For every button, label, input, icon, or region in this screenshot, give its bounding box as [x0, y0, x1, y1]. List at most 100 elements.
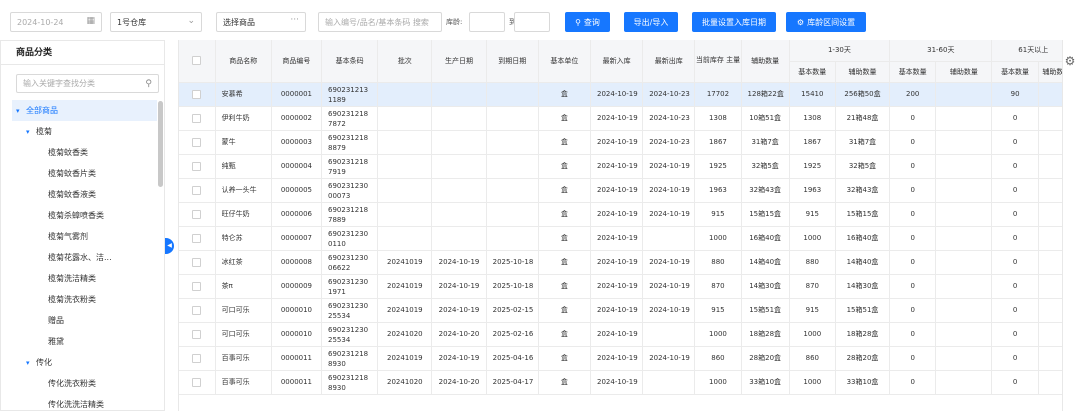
export-import-button[interactable]: 导出/导入 — [624, 12, 678, 32]
category-item[interactable]: ▾ 榄菊 — [12, 121, 157, 142]
cell-exp-date: 2025-04-16 — [486, 346, 539, 371]
category-item[interactable]: 传化洗衣粉类 — [12, 373, 157, 394]
row-checkbox[interactable] — [192, 161, 202, 171]
row-checkbox-cell[interactable] — [179, 154, 216, 179]
row-checkbox[interactable] — [192, 281, 202, 291]
expand-arrow-icon[interactable]: ▾ — [26, 353, 36, 373]
cell-g2-base-qty: 0 — [889, 370, 937, 395]
cell-out-date: 2024-10-19 — [642, 250, 696, 275]
row-checkbox-cell[interactable] — [179, 250, 216, 275]
row-checkbox-cell[interactable] — [179, 298, 216, 323]
row-checkbox[interactable] — [192, 329, 202, 339]
table-row[interactable]: 可口可乐 0000010 69023123025534 20241020 2024-10… — [179, 322, 1062, 347]
cell-prod-date: 2024-10-19 — [431, 346, 487, 371]
cell-product-name: 茶π — [215, 274, 272, 299]
table-row[interactable]: 伊利牛奶 0000002 6902312187872 盒 2024-10-19 2024-… — [179, 106, 1062, 131]
search-placeholder: 输入编号/品名/基本条码 搜索 — [325, 17, 429, 27]
table-row[interactable]: 认养一头牛 0000005 69023123000073 盒 2024-10-19 202… — [179, 178, 1062, 203]
row-checkbox[interactable] — [192, 185, 202, 195]
cell-prod-date — [431, 106, 487, 131]
expand-arrow-icon[interactable]: ▾ — [26, 122, 36, 142]
sidebar-scrollbar[interactable] — [158, 101, 163, 187]
search-icon[interactable]: ⚲ — [145, 76, 152, 93]
expand-arrow-icon[interactable]: ▾ — [16, 101, 26, 121]
row-checkbox[interactable] — [192, 377, 202, 387]
row-checkbox-cell[interactable] — [179, 346, 216, 371]
table-row[interactable]: 旺仔牛奶 0000006 6902312187889 盒 2024-10-19 2024-… — [179, 202, 1062, 227]
category-item[interactable]: ▾ 传化 — [12, 352, 157, 373]
row-checkbox-cell[interactable] — [179, 178, 216, 203]
cell-g2-base-qty: 0 — [889, 346, 937, 371]
cell-g1-aux-qty: 14箱30盒 — [835, 274, 891, 299]
row-checkbox-cell[interactable] — [179, 274, 216, 299]
row-checkbox[interactable] — [192, 209, 202, 219]
warehouse-select[interactable]: 1号仓库 ⌄ — [110, 12, 202, 32]
row-checkbox-cell[interactable] — [179, 322, 216, 347]
gear-icon[interactable]: ⚙ — [1063, 54, 1077, 68]
row-checkbox-cell[interactable] — [179, 130, 216, 155]
row-checkbox-cell[interactable] — [179, 106, 216, 131]
query-button[interactable]: ⚲ 查询 — [565, 12, 610, 32]
cell-exp-date: 2025-04-17 — [486, 370, 539, 395]
row-checkbox-cell[interactable] — [179, 226, 216, 251]
cell-batch: 20241019 — [377, 274, 433, 299]
search-input[interactable]: 输入编号/品名/基本条码 搜索 — [318, 12, 442, 32]
row-checkbox-cell[interactable] — [179, 82, 216, 107]
stock-age-range-button[interactable]: ⚙ 库龄区间设置 — [786, 12, 866, 32]
stock-age-from-input[interactable] — [469, 12, 505, 32]
batch-label: 批量设置入库日期 — [702, 17, 766, 27]
table-row[interactable]: 安慕希 0000001 6902312131189 盒 2024-10-19 2024-1… — [179, 82, 1062, 107]
cell-aux-qty: 15箱15盒 — [741, 202, 790, 227]
table-row[interactable]: 特仑苏 0000007 6902312300110 盒 2024-10-19 1000 16… — [179, 226, 1062, 251]
cell-out-date: 2024-10-19 — [642, 274, 696, 299]
table-row[interactable]: 可口可乐 0000010 69023123025534 20241019 2024-10… — [179, 298, 1062, 323]
table-row[interactable]: 百事可乐 0000011 6902312188930 20241019 2024-10-… — [179, 346, 1062, 371]
table-row[interactable]: 蒙牛 0000003 6902312188879 盒 2024-10-19 2024-10… — [179, 130, 1062, 155]
category-item[interactable]: 榄菊蚊香片类 — [12, 163, 157, 184]
cell-out-date: 2024-10-23 — [642, 106, 696, 131]
date-picker[interactable]: 2024-10-24 ▦ — [10, 12, 102, 32]
product-select[interactable]: 选择商品 ··· — [216, 12, 306, 32]
category-item[interactable]: 雅黛 — [12, 331, 157, 352]
table-row[interactable]: 冰红茶 0000008 69023123006622 20241019 2024-10-… — [179, 250, 1062, 275]
row-checkbox[interactable] — [192, 305, 202, 315]
table-row[interactable]: 茶π 0000009 6902312301971 20241019 2024-10-19… — [179, 274, 1062, 299]
cell-unit: 盒 — [538, 298, 592, 323]
category-search-input[interactable]: 输入关键字查找分类 ⚲ — [16, 74, 159, 93]
cell-product-name: 安慕希 — [215, 82, 272, 107]
cell-g3-base-qty: 0 — [991, 202, 1039, 227]
cell-out-date — [642, 370, 696, 395]
cell-stock: 1000 — [694, 226, 742, 251]
category-item[interactable]: ▾ 全部商品 — [12, 100, 157, 121]
stock-age-to-input[interactable] — [514, 12, 550, 32]
row-checkbox[interactable] — [192, 233, 202, 243]
cell-prod-date: 2024-10-19 — [431, 298, 487, 323]
category-item[interactable]: 榄菊气雾剂 — [12, 226, 157, 247]
category-item[interactable]: 榄菊洗衣粉类 — [12, 289, 157, 310]
row-checkbox-cell[interactable] — [179, 370, 216, 395]
more-icon[interactable]: ··· — [290, 15, 299, 25]
row-checkbox-cell[interactable] — [179, 202, 216, 227]
table-row[interactable]: 纯甄 0000004 6902312187919 盒 2024-10-19 2024-10… — [179, 154, 1062, 179]
sidebar-title: 商品分类 — [1, 41, 164, 65]
collapse-sidebar-icon[interactable]: ◀ — [165, 238, 174, 254]
category-item[interactable]: 榄菊洗洁精类 — [12, 268, 157, 289]
select-all-checkbox-cell[interactable] — [179, 40, 216, 83]
row-checkbox[interactable] — [192, 137, 202, 147]
cell-aux-qty: 32箱5盒 — [741, 154, 790, 179]
category-item[interactable]: 榄菊蚊香类 — [12, 142, 157, 163]
row-checkbox[interactable] — [192, 89, 202, 99]
category-label: 榄菊洗洁精类 — [48, 274, 96, 283]
category-item[interactable]: 传化洗洗洁精类 — [12, 394, 157, 410]
category-item[interactable]: 榄菊杀蟑喷香类 — [12, 205, 157, 226]
row-checkbox[interactable] — [192, 113, 202, 123]
row-checkbox[interactable] — [192, 353, 202, 363]
batch-set-date-button[interactable]: 批量设置入库日期 — [692, 12, 776, 32]
category-item[interactable]: 榄菊蚊香液类 — [12, 184, 157, 205]
category-item[interactable]: 榄菊花露水、洁... — [12, 247, 157, 268]
cell-g3-base-qty: 0 — [991, 154, 1039, 179]
table-row[interactable]: 百事可乐 0000011 6902312188930 20241020 2024-10-… — [179, 370, 1062, 395]
category-item[interactable]: 赠品 — [12, 310, 157, 331]
select-all-checkbox[interactable] — [192, 56, 202, 66]
row-checkbox[interactable] — [192, 257, 202, 267]
